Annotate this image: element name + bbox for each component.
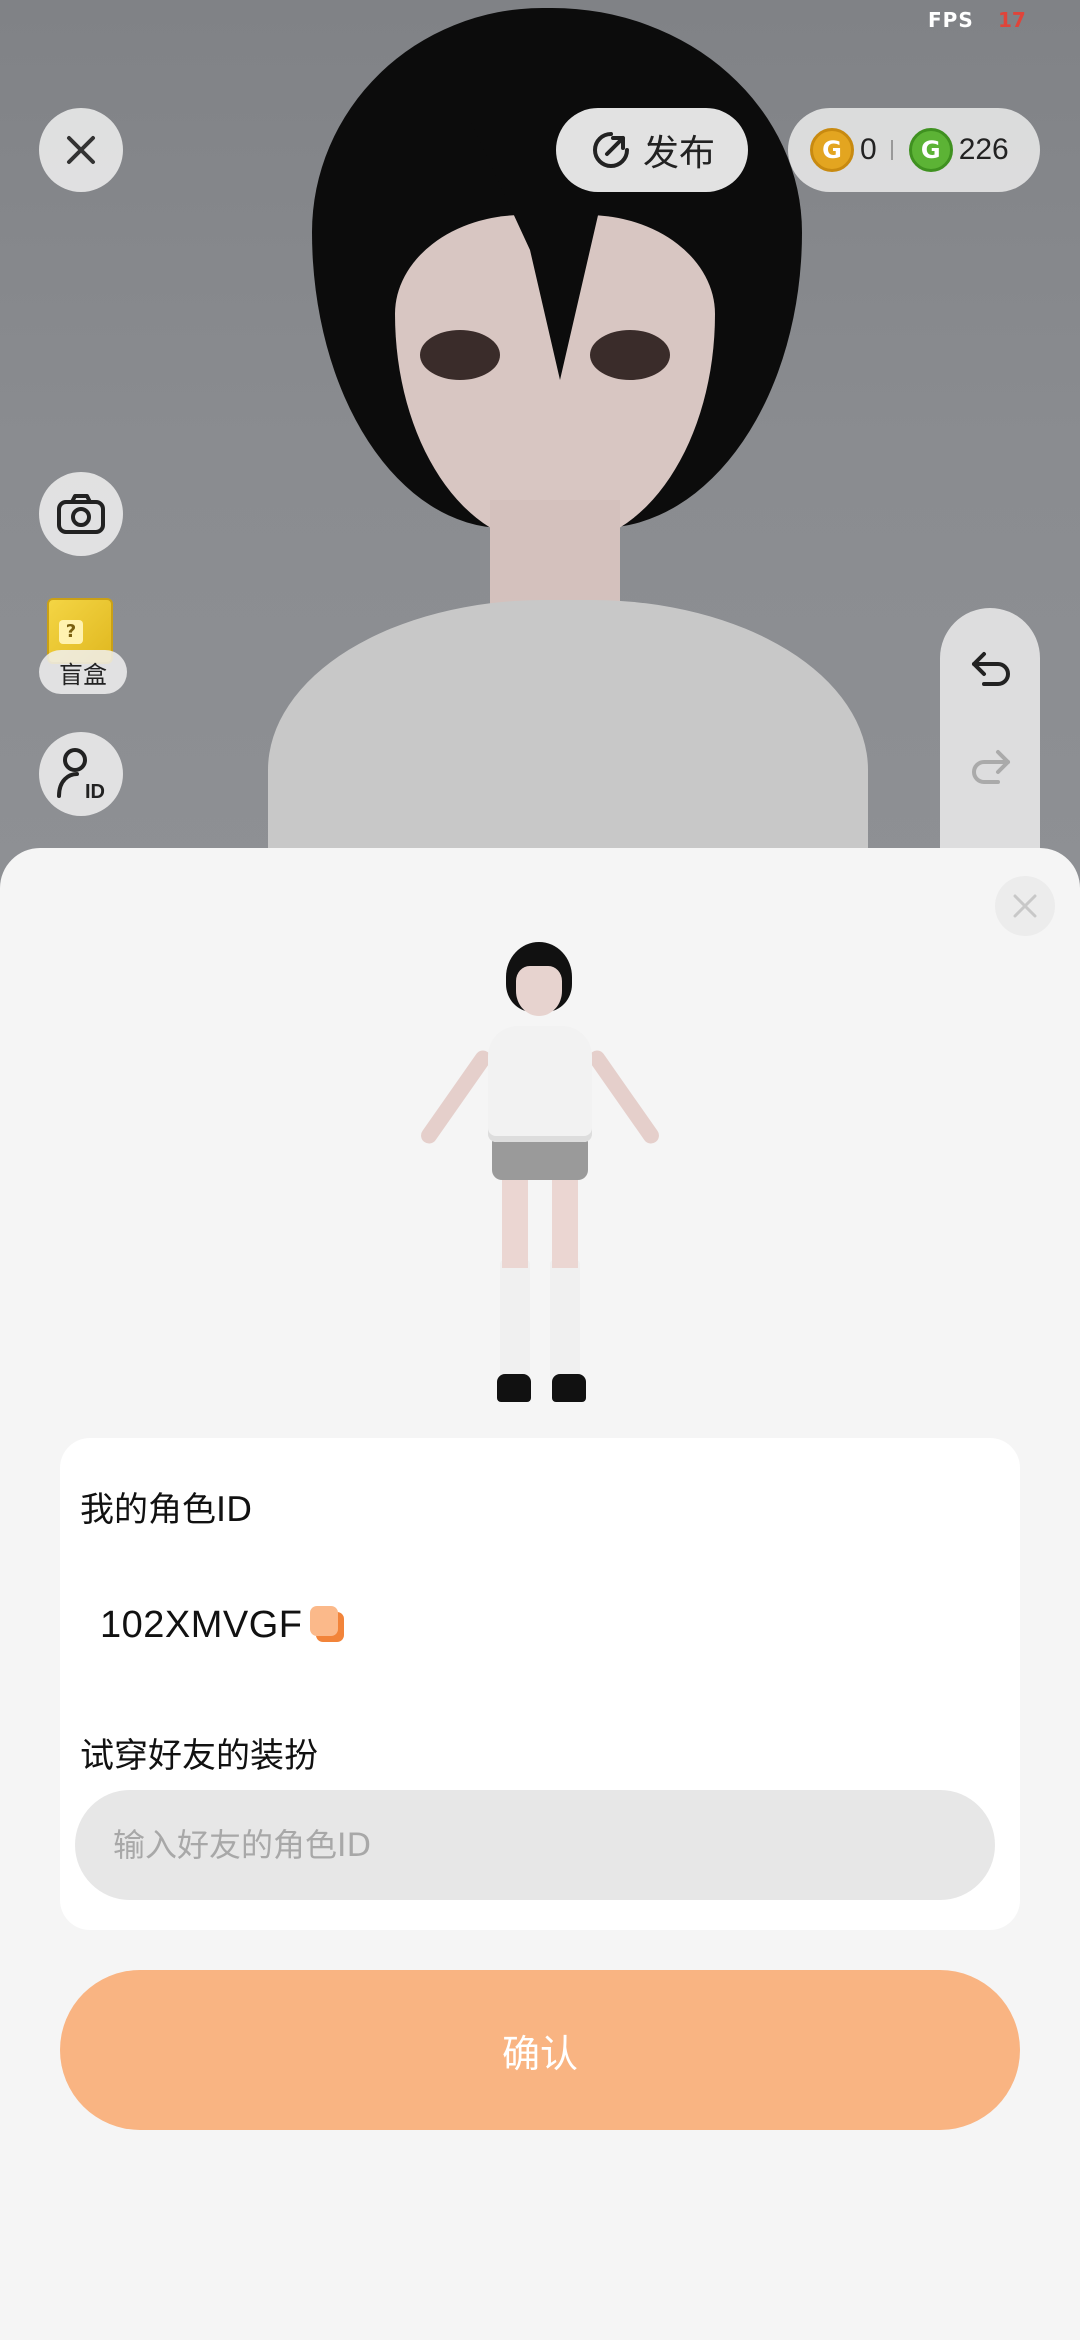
avatar-preview-scene[interactable]: FPS 17 发布 G 0 G 226 盲盒 ID	[0, 0, 1080, 900]
redo-icon[interactable]	[970, 748, 1012, 788]
fps-label: FPS	[928, 8, 974, 32]
camera-icon	[57, 494, 105, 534]
figure-shorts	[492, 1138, 588, 1180]
publish-button[interactable]: 发布	[556, 108, 748, 192]
avatar-eye-left	[420, 330, 500, 380]
figure-shirt	[488, 1026, 592, 1142]
figure-arm-left	[417, 1047, 495, 1147]
copy-icon-front	[310, 1606, 338, 1636]
green-coin-icon: G	[908, 128, 953, 172]
tryon-friend-label: 试穿好友的装扮	[80, 1736, 318, 1776]
character-id-sheet: 我的角色ID 102XMVGF 试穿好友的装扮 确认	[0, 848, 1080, 2340]
publish-label: 发布	[642, 133, 715, 174]
id-card: 我的角色ID 102XMVGF 试穿好友的装扮	[60, 1438, 1020, 1930]
undo-icon[interactable]	[970, 650, 1012, 690]
camera-button[interactable]	[39, 472, 123, 556]
figure-sock-right	[550, 1260, 580, 1380]
gold-coin-count: 0	[860, 133, 877, 166]
my-id-label: 我的角色ID	[80, 1490, 253, 1530]
figure-arm-right	[585, 1047, 663, 1147]
confirm-button[interactable]: 确认	[60, 1970, 1020, 2130]
avatar-full-body-preview	[417, 942, 663, 1442]
figure-shoe-left	[497, 1374, 531, 1402]
currency-display[interactable]: G 0 G 226	[788, 108, 1040, 192]
character-id-button[interactable]: ID	[39, 732, 123, 816]
friend-id-input[interactable]	[75, 1790, 995, 1900]
friend-id-input-wrapper	[75, 1790, 995, 1900]
close-button[interactable]	[39, 108, 123, 192]
publish-icon	[593, 132, 629, 168]
close-icon	[67, 136, 95, 164]
fps-value: 17	[998, 8, 1026, 32]
gold-coin-icon: G	[810, 128, 854, 172]
blindbox-button[interactable]: 盲盒	[39, 598, 129, 698]
green-coin-count: 226	[958, 133, 1009, 166]
figure-face	[516, 966, 562, 1016]
svg-text:ID: ID	[85, 781, 105, 802]
currency-divider	[890, 140, 893, 160]
figure-sock-left	[500, 1260, 530, 1380]
copy-icon[interactable]	[310, 1606, 346, 1644]
figure-shoe-right	[552, 1374, 586, 1402]
blindbox-label: 盲盒	[39, 650, 127, 694]
user-id-icon: ID	[57, 748, 105, 802]
close-icon	[1013, 894, 1037, 918]
sheet-close-button[interactable]	[995, 876, 1055, 936]
avatar-eye-right	[590, 330, 670, 380]
my-id-value: 102XMVGF	[100, 1604, 303, 1646]
figure-leg-left	[502, 1178, 528, 1268]
figure-leg-right	[552, 1178, 578, 1268]
